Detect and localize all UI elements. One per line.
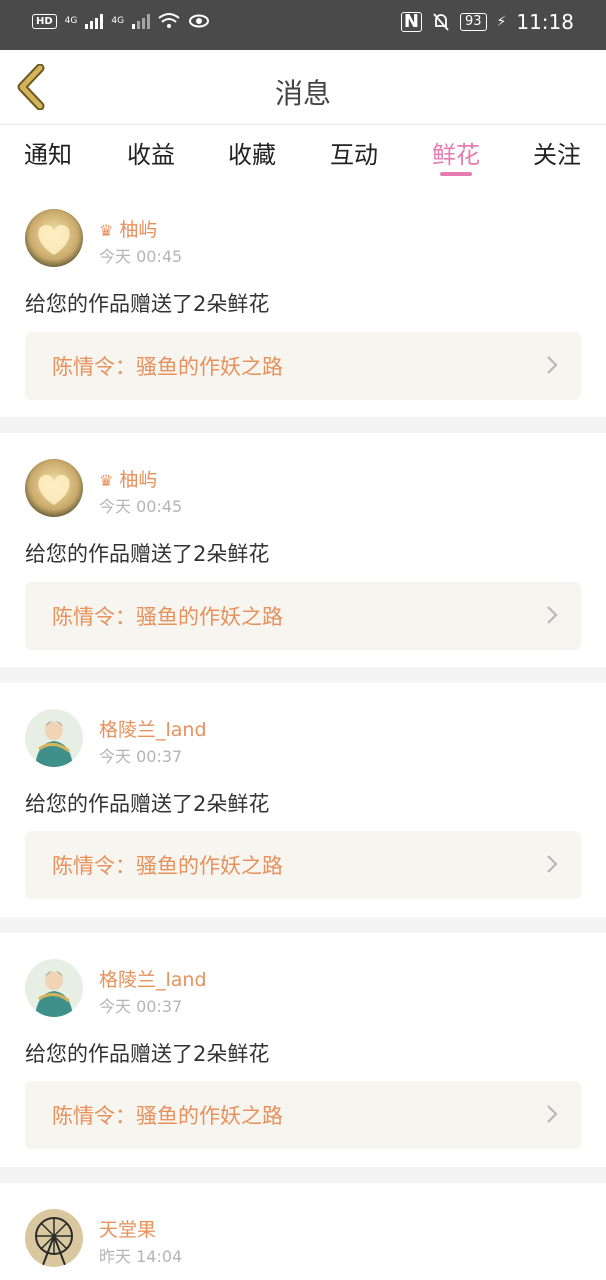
network-type-1: 4G: [64, 16, 78, 26]
charging-icon: ⚡: [496, 14, 507, 30]
user-name-row: ♛ 柚屿: [99, 465, 157, 492]
message-text: 给您的作品赠送了2朵鲜花: [25, 792, 270, 816]
signal-icon: [85, 13, 104, 29]
work-link[interactable]: 陈情令：骚鱼的作妖之路: [25, 831, 581, 899]
work-link[interactable]: 陈情令：骚鱼的作妖之路: [25, 582, 581, 650]
crown-icon: ♛: [99, 471, 114, 490]
avatar[interactable]: [25, 709, 83, 767]
signal-icon-2: [132, 13, 151, 29]
tab-favorites[interactable]: 收藏: [228, 135, 276, 170]
message-time: 今天 00:45: [99, 247, 183, 266]
chevron-right-icon: [547, 606, 558, 624]
wifi-icon: [158, 13, 180, 28]
heart-avatar-image: [25, 459, 83, 517]
message-time: 昨天 14:04: [99, 1247, 183, 1266]
avatar[interactable]: [25, 459, 83, 517]
tab-follows[interactable]: 关注: [533, 135, 581, 170]
network-type-2: 4G: [111, 16, 125, 26]
chevron-right-icon: [547, 855, 558, 873]
message-text: 给您的作品赠送了2朵鲜花: [25, 542, 270, 566]
message-text: 给您的作品赠送了2朵鲜花: [25, 292, 270, 316]
user-name[interactable]: 柚屿: [119, 469, 157, 491]
user-name-row: ♛ 柚屿: [99, 215, 157, 242]
nfc-icon: N: [400, 12, 422, 32]
status-bar: HD 4G 4G N 93 ⚡ 11:18: [0, 0, 606, 50]
list-item: 格陵兰_land 今天 00:37 给您的作品赠送了2朵鲜花 陈情令：骚鱼的作妖…: [0, 683, 606, 917]
list-item: 格陵兰_land 今天 00:37 给您的作品赠送了2朵鲜花 陈情令：骚鱼的作妖…: [0, 933, 606, 1167]
work-title: 陈情令：骚鱼的作妖之路: [52, 1104, 283, 1128]
tab-earnings[interactable]: 收益: [127, 135, 175, 170]
character-avatar-image: [25, 709, 83, 767]
active-tab-indicator: [440, 172, 472, 176]
list-item: ♛ 柚屿 今天 00:45 给您的作品赠送了2朵鲜花 陈情令：骚鱼的作妖之路: [0, 190, 606, 417]
work-title: 陈情令：骚鱼的作妖之路: [52, 355, 283, 379]
heart-avatar-image: [25, 209, 83, 267]
work-link[interactable]: 陈情令：骚鱼的作妖之路: [25, 332, 581, 400]
bell-muted-icon: [433, 13, 449, 31]
message-time: 今天 00:45: [99, 497, 183, 516]
battery-icon: 93: [459, 13, 487, 31]
divider: [0, 917, 606, 933]
ferris-wheel-avatar-image: [25, 1209, 83, 1267]
chevron-right-icon: [547, 1105, 558, 1123]
list-item: 天堂果 昨天 14:04: [0, 1183, 606, 1280]
divider: [0, 417, 606, 433]
chevron-right-icon: [547, 356, 558, 374]
list-item: ♛ 柚屿 今天 00:45 给您的作品赠送了2朵鲜花 陈情令：骚鱼的作妖之路: [0, 433, 606, 667]
user-name[interactable]: 格陵兰_land: [99, 715, 207, 742]
clock: 11:18: [516, 10, 574, 34]
tab-notifications[interactable]: 通知: [24, 135, 72, 170]
avatar[interactable]: [25, 1209, 83, 1267]
eye-icon: [189, 14, 210, 28]
page-title: 消息: [274, 77, 331, 110]
avatar[interactable]: [25, 959, 83, 1017]
divider: [0, 667, 606, 683]
character-avatar-image: [25, 959, 83, 1017]
navigation-bar: 消息: [0, 50, 606, 125]
user-name[interactable]: 柚屿: [119, 219, 157, 241]
work-title: 陈情令：骚鱼的作妖之路: [52, 605, 283, 629]
divider: [0, 1167, 606, 1183]
message-time: 今天 00:37: [99, 997, 183, 1016]
work-link[interactable]: 陈情令：骚鱼的作妖之路: [25, 1081, 581, 1149]
tab-interactions[interactable]: 互动: [330, 135, 378, 170]
avatar[interactable]: [25, 209, 83, 267]
tab-flowers[interactable]: 鲜花: [432, 135, 480, 170]
tab-bar: 通知 收益 收藏 互动 鲜花 关注: [0, 125, 606, 180]
message-time: 今天 00:37: [99, 747, 183, 766]
user-name[interactable]: 天堂果: [99, 1215, 156, 1242]
work-title: 陈情令：骚鱼的作妖之路: [52, 854, 283, 878]
crown-icon: ♛: [99, 221, 114, 240]
user-name[interactable]: 格陵兰_land: [99, 965, 207, 992]
message-text: 给您的作品赠送了2朵鲜花: [25, 1042, 270, 1066]
hd-indicator: HD: [32, 13, 57, 29]
